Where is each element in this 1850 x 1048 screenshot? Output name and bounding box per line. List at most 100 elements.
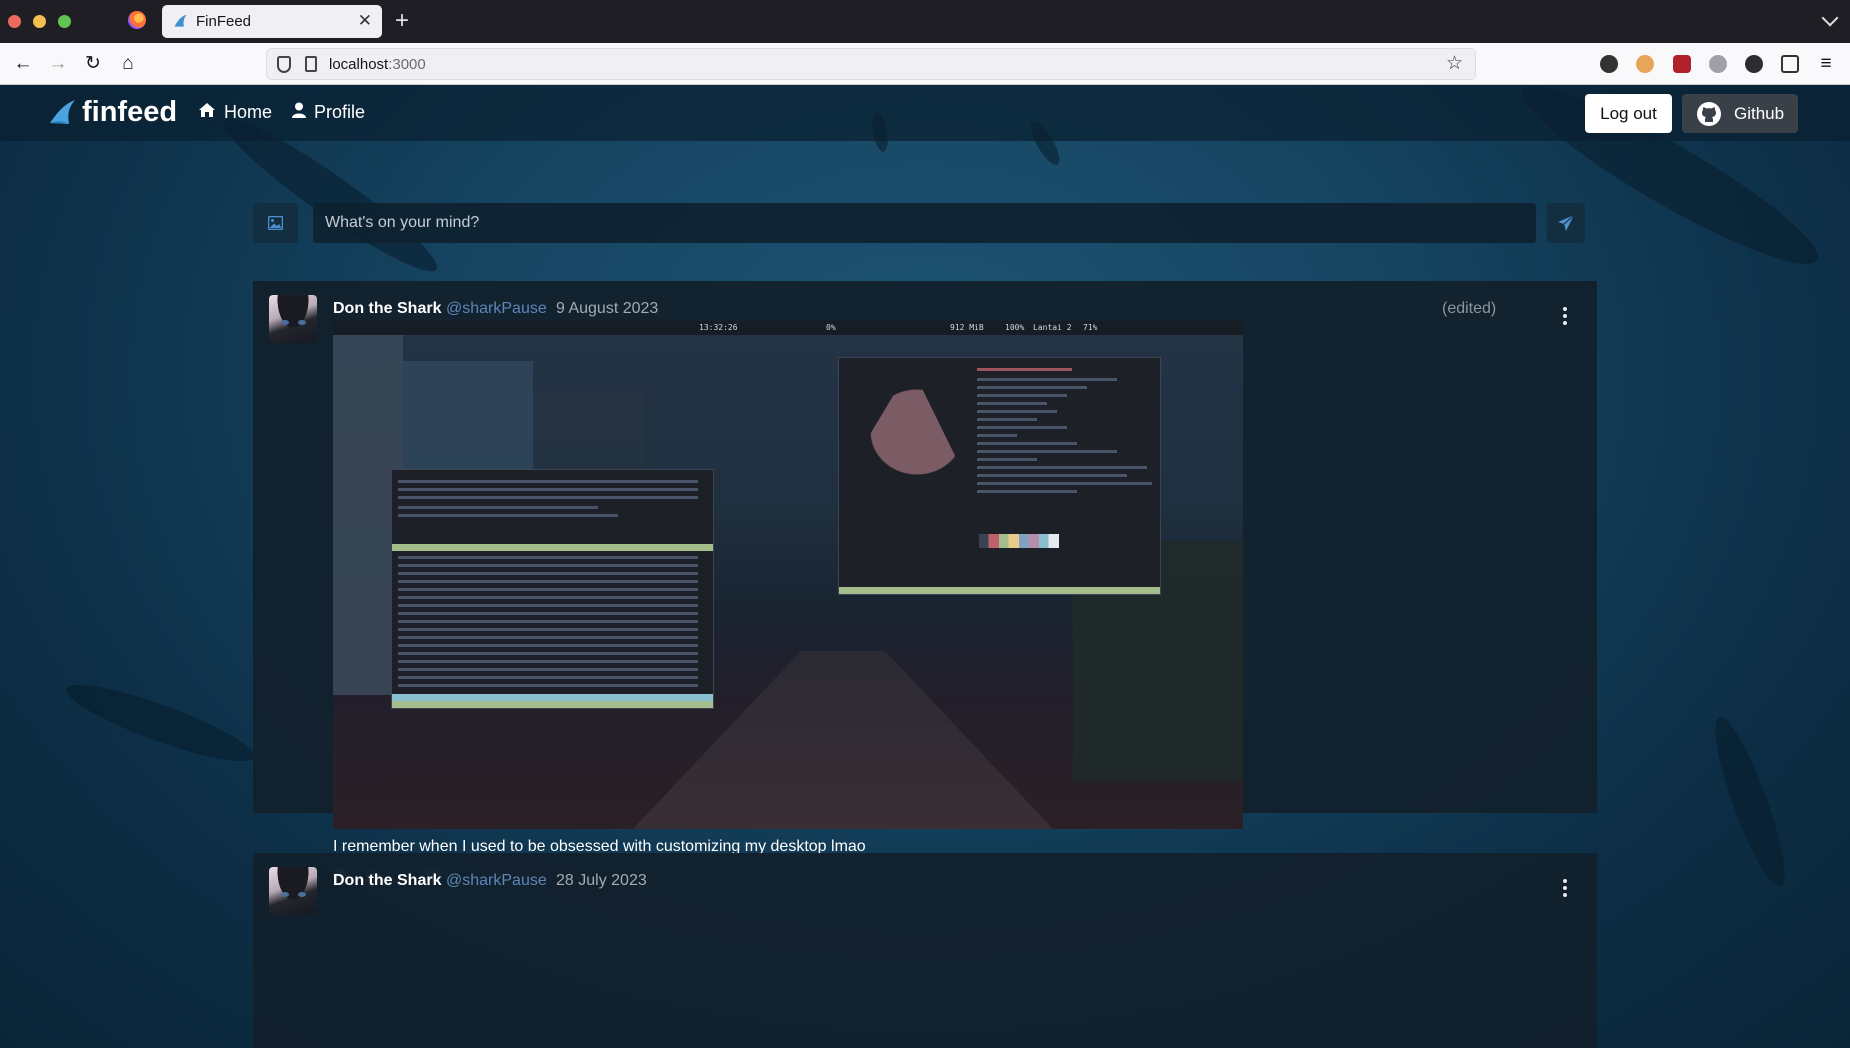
tab-list-chevron-icon[interactable] [1821, 9, 1839, 27]
image-text-line [398, 604, 698, 607]
image-tmux-bar [392, 701, 713, 708]
extension-face-icon[interactable] [1636, 55, 1654, 73]
image-text-line [398, 612, 698, 615]
image-statusbar: 13:32:26 0% 912 MiB 100% Lantai 2 71% [333, 321, 1243, 335]
tab-title: FinFeed [196, 13, 252, 30]
bookmark-star-icon[interactable]: ☆ [1446, 52, 1463, 75]
shark-fin-icon [174, 14, 187, 27]
image-text-line [398, 580, 698, 583]
image-text-line [977, 474, 1127, 477]
post-card: Don the Shark @sharkPause 9 August 2023 … [253, 281, 1597, 886]
avatar-hair-shape [269, 867, 317, 915]
image-text-line [398, 636, 698, 639]
home-icon [198, 102, 216, 123]
image-text-line [398, 572, 698, 575]
image-text-line [977, 482, 1152, 485]
image-text-line [398, 514, 618, 517]
page-viewport: finfeed Home Profile Log out Github What… [0, 85, 1850, 1048]
avatar-eye-shape [281, 892, 289, 897]
tab-close-icon[interactable]: ✕ [358, 11, 372, 31]
image-status-battery: 71% [1083, 323, 1098, 332]
github-button-label: Github [1734, 104, 1785, 123]
post-image[interactable]: 50 / 50 13:32:26 0% 912 MiB 100% Lantai … [333, 321, 1243, 829]
firefox-icon[interactable] [128, 11, 146, 29]
back-arrow-icon[interactable]: ← [11, 52, 35, 76]
attach-image-button[interactable] [253, 203, 298, 243]
post-author-name[interactable]: Don the Shark [333, 300, 441, 318]
image-htop-terminal [391, 469, 714, 709]
image-icon [268, 216, 283, 230]
extension-c-icon[interactable] [1600, 55, 1618, 73]
post-edited-label: (edited) [1442, 300, 1497, 317]
page-info-icon[interactable] [305, 56, 317, 72]
shield-icon[interactable] [277, 56, 291, 73]
url-bar[interactable]: localhost:3000 ☆ [266, 48, 1476, 80]
image-status-volume: 100% [1005, 323, 1025, 332]
image-tmux-bar [839, 587, 1160, 594]
image-htop-footer [392, 694, 713, 701]
reload-icon[interactable]: ↻ [81, 52, 105, 76]
avatar-eye-shape [298, 892, 306, 897]
user-icon [292, 102, 306, 123]
extensions-puzzle-icon[interactable] [1781, 55, 1799, 73]
image-text-line [398, 506, 598, 509]
image-text-line [398, 496, 698, 499]
image-text-line [398, 660, 698, 663]
github-button[interactable]: Github [1682, 94, 1798, 133]
post-author-handle[interactable]: @sharkPause [446, 300, 547, 318]
image-text-line [977, 442, 1077, 445]
nav-home-link[interactable]: Home [198, 102, 272, 123]
image-text-line [398, 588, 698, 591]
image-htop-header-row [392, 544, 713, 551]
ublock-icon[interactable] [1673, 55, 1691, 73]
post-date: 9 August 2023 [556, 300, 659, 317]
extension-dark-icon[interactable] [1745, 55, 1763, 73]
avatar[interactable] [269, 867, 317, 915]
new-tab-button[interactable]: + [395, 7, 409, 35]
image-arch-logo [845, 366, 965, 476]
window-minimize-button[interactable] [33, 15, 46, 28]
brand-logo[interactable]: finfeed [82, 96, 177, 129]
send-post-button[interactable] [1547, 203, 1585, 243]
avatar-eye-shape [281, 320, 289, 325]
image-text-line [977, 466, 1147, 469]
image-text-line [398, 628, 698, 631]
image-neofetch-terminal [838, 357, 1161, 595]
image-text-line [398, 596, 698, 599]
image-text-line [398, 684, 698, 687]
avatar[interactable] [269, 295, 317, 343]
app-header: finfeed Home Profile Log out Github [0, 85, 1850, 141]
image-text-line [977, 490, 1077, 493]
window-zoom-button[interactable] [58, 15, 71, 28]
extension-globe-icon[interactable] [1709, 55, 1727, 73]
image-color-palette [979, 534, 1059, 548]
paper-plane-icon [1558, 214, 1575, 231]
forward-arrow-icon[interactable]: → [46, 52, 70, 76]
github-icon [1697, 102, 1721, 126]
post-author-name[interactable]: Don the Shark [333, 872, 441, 890]
post-date: 28 July 2023 [556, 872, 647, 889]
shark-fin-logo-icon[interactable] [48, 97, 78, 127]
post-input[interactable] [313, 203, 1536, 243]
post-menu-kebab-icon[interactable] [1563, 879, 1567, 897]
nav-profile-link[interactable]: Profile [292, 102, 365, 123]
image-status-mem: 912 MiB [950, 323, 984, 332]
nav-profile-label: Profile [314, 102, 366, 122]
image-status-time: 13:32:26 [699, 323, 738, 332]
hamburger-menu-icon[interactable]: ≡ [1814, 52, 1838, 76]
browser-toolbar: ← → ↻ ⌂ localhost:3000 ☆ ≡ [0, 43, 1850, 85]
image-text-line [977, 426, 1067, 429]
logout-button[interactable]: Log out [1585, 94, 1672, 133]
home-browser-icon[interactable]: ⌂ [116, 52, 140, 76]
image-text-line [398, 556, 698, 559]
window-close-button[interactable] [8, 15, 21, 28]
image-text-line [977, 458, 1037, 461]
post-menu-kebab-icon[interactable] [1563, 307, 1567, 325]
image-text-line [398, 564, 698, 567]
image-text-line [977, 402, 1047, 405]
background-shark-shape [1703, 711, 1797, 893]
browser-tab[interactable]: FinFeed ✕ [162, 5, 382, 38]
avatar-hair-shape [269, 295, 317, 343]
post-author-handle[interactable]: @sharkPause [446, 872, 547, 890]
image-text-line [977, 368, 1072, 371]
